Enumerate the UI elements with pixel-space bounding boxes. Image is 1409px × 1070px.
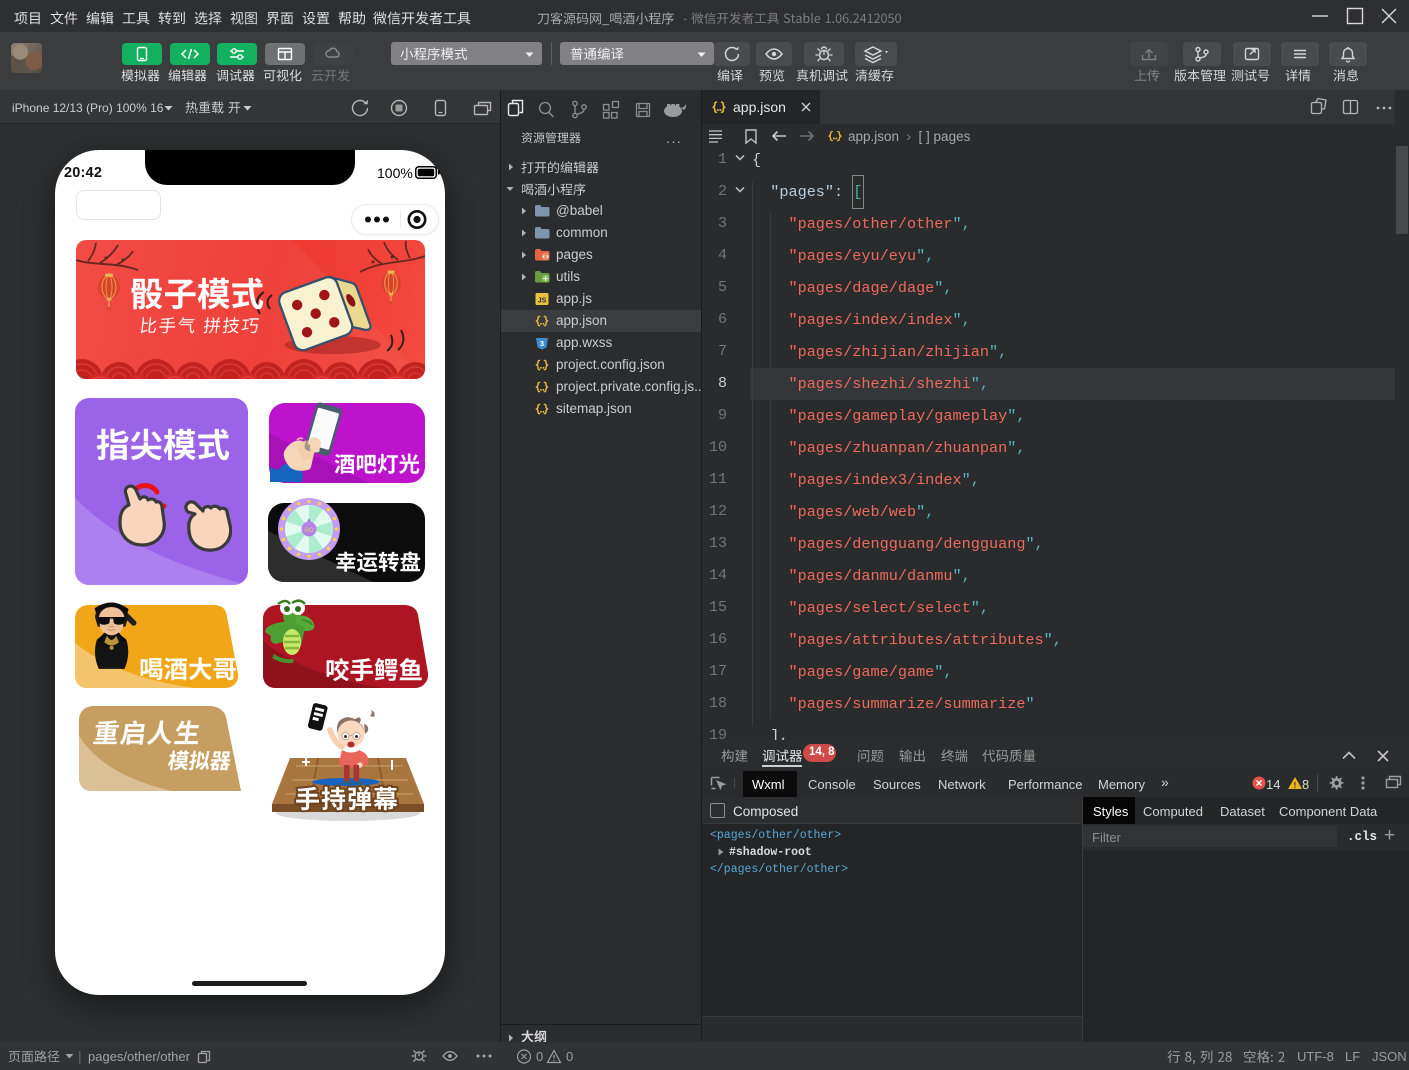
svg-text:JS: JS [538, 298, 547, 305]
svg-text:3: 3 [540, 339, 544, 348]
svg-text:GO: GO [304, 528, 314, 534]
svg-text:!: ! [1294, 781, 1297, 790]
